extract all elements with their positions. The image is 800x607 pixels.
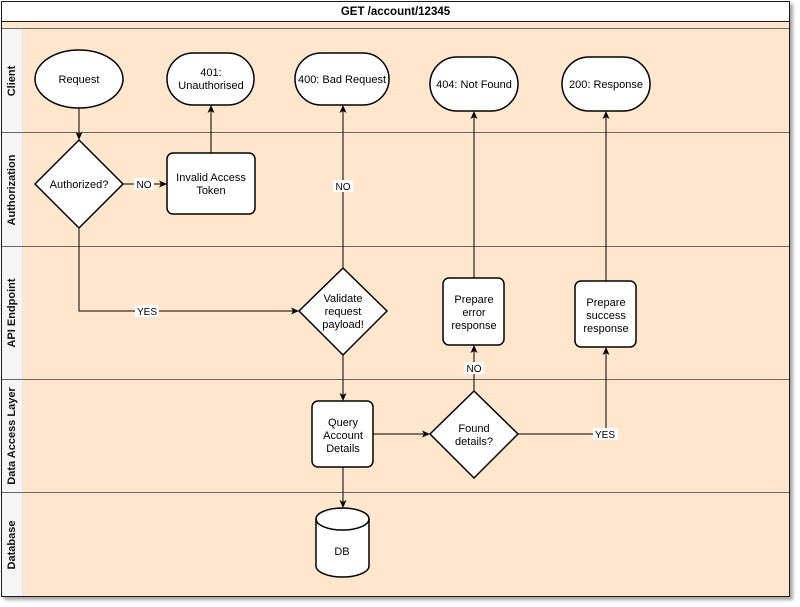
node-authorized[interactable]: Authorized? bbox=[33, 138, 125, 230]
node-label: 401: bbox=[200, 67, 221, 79]
node-label: 200: Response bbox=[569, 79, 643, 91]
node-label: Prepare bbox=[454, 294, 493, 306]
node-label: payload! bbox=[322, 319, 364, 331]
edge-label-no-auth: NO bbox=[134, 178, 154, 191]
edge-label-text: NO bbox=[336, 182, 351, 193]
edge-label-no-validate: NO bbox=[333, 180, 353, 193]
node-label: DB bbox=[334, 546, 349, 558]
node-label: error bbox=[462, 307, 486, 319]
node-label: Prepare bbox=[586, 297, 625, 309]
node-label: Token bbox=[196, 185, 225, 197]
node-validate[interactable]: Validate request payload! bbox=[297, 266, 389, 357]
node-found[interactable]: Found details? bbox=[428, 389, 520, 480]
node-label: Unauthorised bbox=[178, 80, 243, 92]
node-label: Authorized? bbox=[50, 179, 109, 191]
node-label: Validate bbox=[324, 293, 363, 305]
edge-label-no-found: NO bbox=[464, 362, 484, 375]
node-unauthorised[interactable]: 401: Unauthorised bbox=[166, 52, 255, 106]
node-label: Invalid Access bbox=[176, 172, 246, 184]
node-label: response bbox=[451, 320, 496, 332]
node-label: request bbox=[325, 306, 362, 318]
edge-label-text: YES bbox=[137, 307, 157, 318]
node-label: Account bbox=[323, 430, 363, 442]
node-bad-request[interactable]: 400: Bad Request bbox=[294, 52, 390, 106]
node-request[interactable]: Request bbox=[34, 49, 124, 109]
node-label: Details bbox=[326, 443, 360, 455]
node-label: Query bbox=[328, 417, 358, 429]
node-label: Found bbox=[458, 423, 489, 435]
edge-label-yes-auth: YES bbox=[135, 305, 159, 318]
edge-found-to-prepare-success bbox=[518, 347, 610, 435]
node-prepare-success[interactable]: Prepare success response bbox=[574, 280, 637, 348]
edge-label-text: NO bbox=[137, 180, 152, 191]
node-label: 404: Not Found bbox=[436, 79, 512, 91]
node-query[interactable]: Query Account Details bbox=[311, 400, 374, 468]
node-db[interactable]: DB bbox=[315, 507, 370, 578]
flow-diagram: NO YES NO NO YES Request 401: Unauthoris… bbox=[33, 49, 651, 578]
node-label: Request bbox=[59, 74, 100, 86]
edge-label-yes-found: YES bbox=[593, 428, 618, 441]
node-label: success bbox=[586, 310, 626, 322]
edge-authorized-to-validate bbox=[78, 228, 299, 315]
node-label: 400: Bad Request bbox=[298, 74, 386, 86]
node-label: response bbox=[583, 323, 628, 335]
node-label: details? bbox=[455, 436, 493, 448]
node-response[interactable]: 200: Response bbox=[561, 56, 651, 112]
edge-label-text: NO bbox=[467, 364, 482, 375]
node-not-found[interactable]: 404: Not Found bbox=[429, 56, 519, 112]
node-prepare-error[interactable]: Prepare error response bbox=[442, 277, 505, 346]
node-invalid-token[interactable]: Invalid Access Token bbox=[166, 152, 256, 215]
edge-label-text: YES bbox=[595, 430, 615, 441]
